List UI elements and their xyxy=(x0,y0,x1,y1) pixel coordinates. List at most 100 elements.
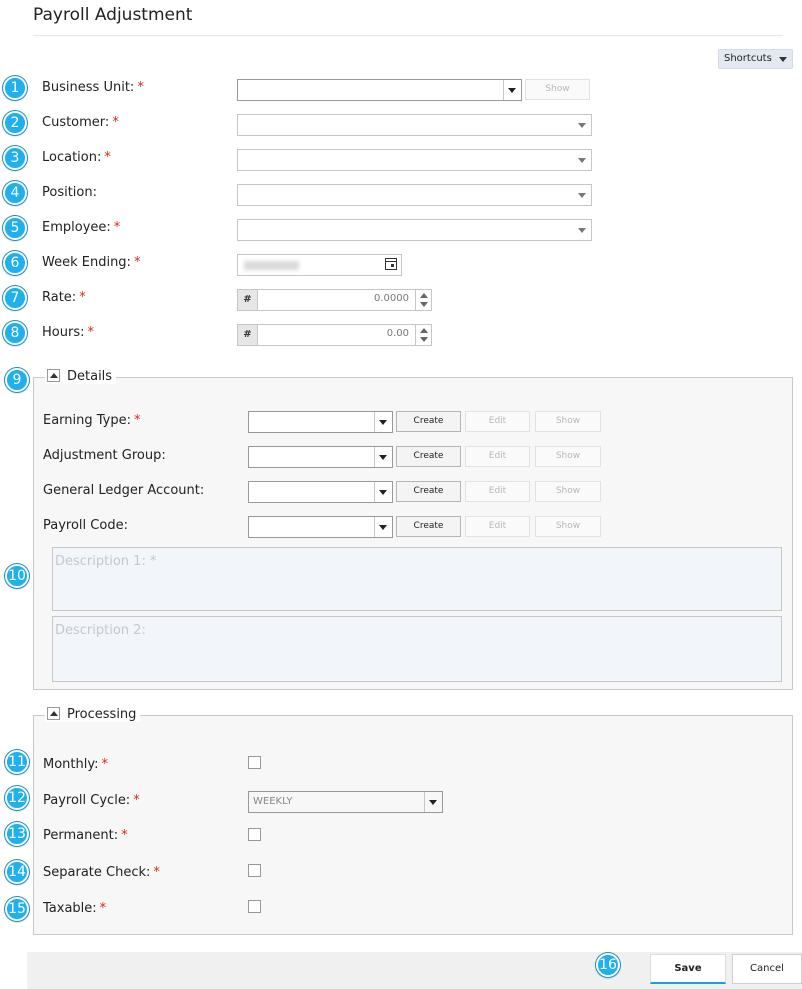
dropdown-toggle[interactable] xyxy=(374,482,392,502)
general-ledger-account-edit-button[interactable]: Edit xyxy=(465,481,530,502)
cancel-button[interactable]: Cancel xyxy=(732,954,802,984)
general-ledger-account-select[interactable] xyxy=(248,481,393,503)
step-badge: 10 xyxy=(5,564,29,588)
location-label: Location: * xyxy=(42,150,111,165)
employee-select[interactable] xyxy=(237,219,592,241)
separate-check-checkbox[interactable] xyxy=(248,864,261,877)
payroll-code-create-button[interactable]: Create xyxy=(396,516,461,537)
taxable-label: Taxable: * xyxy=(43,901,107,916)
dropdown-toggle[interactable] xyxy=(374,412,392,432)
rate-spinner[interactable] xyxy=(415,290,431,310)
details-legend: Details xyxy=(45,369,117,384)
general-ledger-account-create-button[interactable]: Create xyxy=(396,481,461,502)
permanent-checkbox[interactable] xyxy=(248,828,261,841)
hours-value: 0.00 xyxy=(386,328,409,339)
earning-type-edit-button[interactable]: Edit xyxy=(465,411,530,432)
earning-type-create-button[interactable]: Create xyxy=(396,411,461,432)
payroll-cycle-value: WEEKLY xyxy=(253,796,293,807)
step-badge: 9 xyxy=(5,368,29,392)
position-label: Position: xyxy=(42,185,97,200)
payroll-code-show-button[interactable]: Show xyxy=(535,516,601,537)
dropdown-toggle[interactable] xyxy=(573,220,591,240)
required-marker: * xyxy=(99,901,107,916)
required-marker: * xyxy=(79,290,86,305)
adjustment-group-create-button[interactable]: Create xyxy=(396,446,461,467)
required-marker: * xyxy=(153,865,160,880)
dropdown-toggle[interactable] xyxy=(573,115,591,135)
position-select[interactable] xyxy=(237,184,592,206)
chevron-down-icon xyxy=(379,455,387,460)
chevron-down-icon xyxy=(578,228,586,233)
required-marker: * xyxy=(134,413,141,428)
description-2-textarea[interactable]: Description 2: xyxy=(52,616,782,682)
general-ledger-account-label: General Ledger Account: xyxy=(43,483,205,498)
step-badge: 15 xyxy=(5,897,29,921)
chevron-down-icon xyxy=(379,490,387,495)
rate-label: Rate: * xyxy=(42,290,86,305)
adjustment-group-show-button[interactable]: Show xyxy=(535,446,601,467)
step-badge: 16 xyxy=(596,953,620,977)
step-badge: 7 xyxy=(3,286,27,310)
dropdown-toggle[interactable] xyxy=(374,447,392,467)
step-badge: 1 xyxy=(3,76,27,100)
dropdown-toggle[interactable] xyxy=(424,792,442,812)
step-badge: 6 xyxy=(3,251,27,275)
customer-label: Customer: * xyxy=(42,115,119,130)
rate-value: 0.0000 xyxy=(374,293,409,304)
payroll-code-select[interactable] xyxy=(248,516,393,538)
description-1-textarea[interactable]: Description 1: * xyxy=(52,547,782,611)
collapse-icon[interactable] xyxy=(47,707,60,720)
page-title: Payroll Adjustment xyxy=(33,5,193,25)
chevron-down-icon xyxy=(379,525,387,530)
step-badge: 2 xyxy=(3,111,27,135)
payroll-cycle-select[interactable]: WEEKLY xyxy=(248,791,443,813)
taxable-checkbox[interactable] xyxy=(248,900,261,913)
save-button[interactable]: Save xyxy=(650,954,726,984)
earning-type-select[interactable] xyxy=(248,411,393,433)
payroll-code-edit-button[interactable]: Edit xyxy=(465,516,530,537)
adjustment-group-edit-button[interactable]: Edit xyxy=(465,446,530,467)
step-badge: 13 xyxy=(5,822,29,846)
payroll-cycle-label: Payroll Cycle: * xyxy=(43,793,140,808)
adjustment-group-select[interactable] xyxy=(248,446,393,468)
dropdown-toggle[interactable] xyxy=(573,150,591,170)
step-badge: 4 xyxy=(3,181,27,205)
location-select[interactable] xyxy=(237,149,592,171)
spin-down-icon[interactable] xyxy=(420,302,428,307)
spin-down-icon[interactable] xyxy=(420,337,428,342)
hash-prefix: # xyxy=(238,325,258,345)
business-unit-show-button[interactable]: Show xyxy=(525,79,590,100)
required-marker: * xyxy=(101,757,109,772)
earning-type-show-button[interactable]: Show xyxy=(535,411,601,432)
chevron-down-icon xyxy=(508,88,516,93)
monthly-checkbox[interactable] xyxy=(248,756,261,769)
hours-input[interactable]: # 0.00 xyxy=(237,324,432,346)
calendar-icon[interactable] xyxy=(385,258,397,270)
shortcuts-button[interactable]: Shortcuts xyxy=(718,49,793,69)
chevron-down-icon xyxy=(578,123,586,128)
spin-up-icon[interactable] xyxy=(420,328,428,333)
spin-up-icon[interactable] xyxy=(420,293,428,298)
customer-select[interactable] xyxy=(237,114,592,136)
collapse-icon[interactable] xyxy=(47,369,60,382)
required-marker: * xyxy=(113,220,121,235)
step-badge: 5 xyxy=(3,216,27,240)
business-unit-select[interactable] xyxy=(237,79,522,101)
redacted-date xyxy=(244,261,299,270)
business-unit-label: Business Unit: * xyxy=(42,80,144,95)
required-marker: * xyxy=(133,255,141,270)
employee-label: Employee: * xyxy=(42,220,121,235)
week-ending-input[interactable] xyxy=(237,254,402,276)
dropdown-toggle[interactable] xyxy=(573,185,591,205)
description-2-placeholder: Description 2: xyxy=(55,623,146,638)
dropdown-toggle[interactable] xyxy=(503,80,521,100)
step-badge: 8 xyxy=(3,321,27,345)
rate-input[interactable]: # 0.0000 xyxy=(237,289,432,311)
hours-spinner[interactable] xyxy=(415,325,431,345)
dropdown-toggle[interactable] xyxy=(374,517,392,537)
step-badge: 3 xyxy=(3,146,27,170)
general-ledger-account-show-button[interactable]: Show xyxy=(535,481,601,502)
required-marker: * xyxy=(137,80,144,95)
title-divider xyxy=(33,35,783,36)
chevron-down-icon xyxy=(429,800,437,805)
